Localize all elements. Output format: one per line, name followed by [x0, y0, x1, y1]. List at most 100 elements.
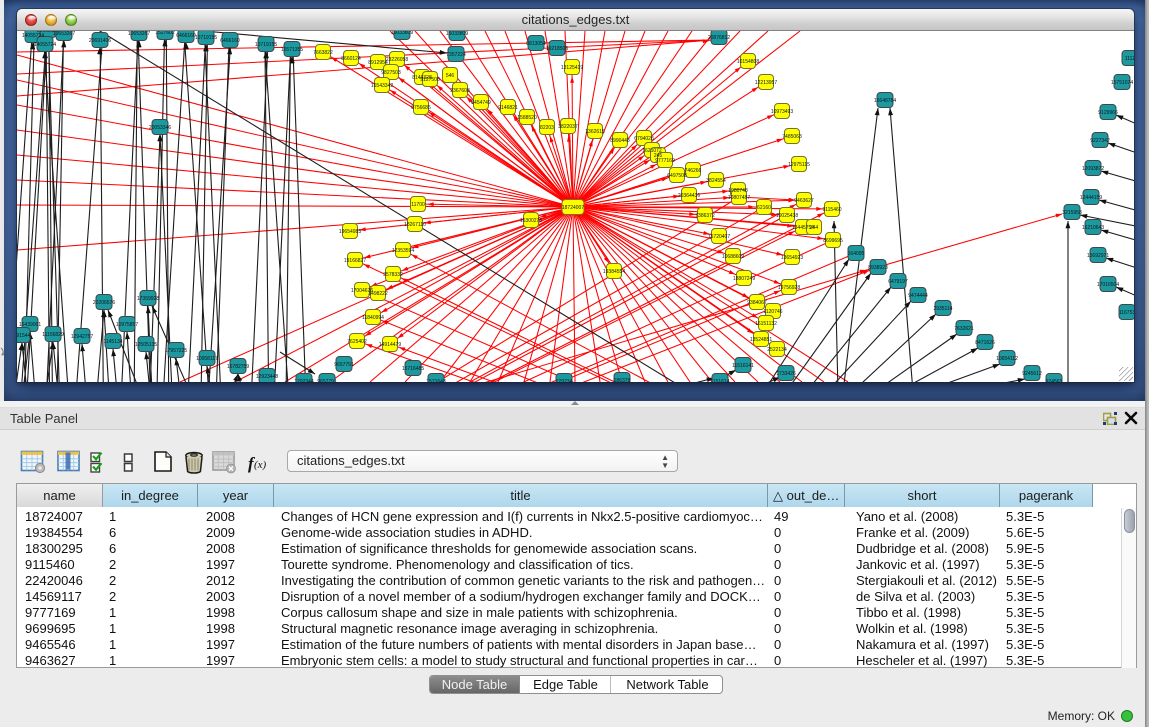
svg-text:9384067: 9384067 — [747, 300, 767, 306]
svg-text:9127508: 9127508 — [420, 77, 440, 83]
svg-text:9245612: 9245612 — [1022, 371, 1042, 377]
svg-text:12942757: 12942757 — [71, 334, 93, 340]
svg-text:13654923: 13654923 — [781, 255, 803, 261]
svg-text:1292344: 1292344 — [294, 379, 314, 382]
svg-text:7663822: 7663822 — [313, 50, 333, 56]
svg-text:15300275: 15300275 — [520, 218, 542, 224]
svg-text:9463627: 9463627 — [794, 198, 814, 204]
svg-text:9827503: 9827503 — [381, 70, 401, 76]
svg-text:9657791: 9657791 — [334, 362, 354, 368]
svg-text:2935114: 2935114 — [933, 306, 952, 312]
svg-text:(x): (x) — [254, 459, 267, 471]
svg-text:16782759: 16782759 — [227, 364, 249, 370]
svg-text:19166827: 19166827 — [344, 258, 366, 264]
svg-text:9129966: 9129966 — [1098, 110, 1118, 116]
svg-text:12505135: 12505135 — [135, 342, 157, 348]
svg-text:16033809: 16033809 — [446, 31, 468, 37]
svg-text:344: 344 — [810, 225, 819, 231]
svg-text:16543342: 16543342 — [371, 83, 393, 89]
svg-text:3578332: 3578332 — [383, 272, 403, 278]
svg-text:1362615: 1362615 — [585, 129, 605, 135]
svg-text:16571355: 16571355 — [281, 47, 303, 53]
svg-text:12353594: 12353594 — [392, 248, 414, 254]
svg-text:7386372: 7386372 — [695, 213, 715, 219]
svg-text:1080748: 1080748 — [728, 188, 748, 194]
svg-text:17016504: 17016504 — [1097, 282, 1119, 288]
svg-text:16648784: 16648784 — [874, 98, 896, 104]
svg-text:2367608: 2367608 — [450, 88, 470, 94]
svg-text:18724007: 18724007 — [562, 205, 584, 211]
svg-text:8660124: 8660124 — [341, 56, 361, 62]
svg-text:7625402: 7625402 — [347, 339, 367, 345]
svg-text:129234: 129234 — [556, 379, 573, 382]
svg-text:16151132: 16151132 — [755, 321, 777, 327]
svg-text:186378: 186378 — [614, 378, 631, 382]
svg-text:10975857: 10975857 — [116, 322, 138, 328]
svg-text:20053346: 20053346 — [149, 125, 171, 131]
svg-text:10807487: 10807487 — [728, 195, 750, 201]
svg-text:10653267: 10653267 — [53, 31, 75, 37]
svg-text:82203: 82203 — [540, 125, 554, 131]
svg-text:17359928: 17359928 — [137, 296, 159, 302]
svg-text:6466160: 6466160 — [176, 33, 196, 39]
svg-text:1151614: 1151614 — [710, 379, 729, 382]
svg-text:10025438: 10025438 — [776, 213, 798, 219]
svg-text:62160: 62160 — [757, 205, 771, 211]
svg-text:10719155: 10719155 — [195, 35, 217, 41]
svg-text:14914479: 14914479 — [379, 342, 401, 348]
svg-text:7632621: 7632621 — [954, 326, 974, 332]
svg-text:8990448: 8990448 — [610, 138, 630, 144]
svg-text:15692971: 15692971 — [1087, 253, 1109, 259]
svg-text:8756685: 8756685 — [411, 105, 431, 111]
svg-text:1527602: 1527602 — [155, 31, 175, 36]
svg-text:16210643: 16210643 — [1082, 225, 1104, 231]
svg-text:6466160: 6466160 — [220, 38, 240, 44]
svg-text:7357224: 7357224 — [446, 52, 466, 58]
svg-text:9657791: 9657791 — [317, 379, 337, 382]
svg-text:8454749: 8454749 — [471, 100, 491, 106]
svg-text:1112: 1112 — [1125, 56, 1134, 62]
svg-text:746266: 746266 — [685, 168, 702, 174]
svg-text:12213957: 12213957 — [755, 80, 777, 86]
svg-text:11700: 11700 — [411, 202, 425, 208]
svg-text:6794028: 6794028 — [634, 136, 654, 142]
svg-text:10719155: 10719155 — [255, 42, 277, 48]
svg-text:3498222: 3498222 — [368, 291, 388, 297]
svg-text:12975115: 12975115 — [788, 162, 810, 168]
svg-text:10688609: 10688609 — [722, 254, 744, 260]
svg-text:17957225: 17957225 — [165, 348, 187, 354]
svg-text:23226058: 23226058 — [386, 57, 408, 63]
svg-text:8699695: 8699695 — [823, 238, 843, 244]
svg-text:10154808: 10154808 — [737, 59, 759, 65]
svg-text:12923448: 12923448 — [256, 374, 278, 380]
svg-text:6479197: 6479197 — [888, 279, 908, 285]
svg-text:20876812: 20876812 — [708, 35, 730, 41]
svg-text:11840994: 11840994 — [362, 315, 384, 321]
svg-text:3215958: 3215958 — [1062, 210, 1082, 216]
svg-text:1588520: 1588520 — [517, 115, 537, 121]
svg-text:2522134: 2522134 — [767, 347, 787, 353]
svg-text:164095: 164095 — [848, 251, 865, 257]
svg-text:8813054: 8813054 — [526, 41, 546, 47]
svg-text:13125419: 13125419 — [561, 65, 583, 71]
svg-text:9474444: 9474444 — [908, 293, 928, 299]
svg-text:1120746: 1120746 — [763, 309, 782, 315]
svg-text:116753: 116753 — [1119, 310, 1134, 316]
svg-text:12093872: 12093872 — [1082, 166, 1104, 172]
svg-text:10973493: 10973493 — [771, 109, 793, 115]
svg-text:19384554: 19384554 — [603, 269, 625, 275]
svg-text:924561: 924561 — [1046, 379, 1063, 382]
svg-text:546: 546 — [446, 73, 455, 79]
svg-text:9777169: 9777169 — [655, 158, 675, 164]
svg-text:9115460: 9115460 — [822, 207, 841, 213]
svg-text:7485063: 7485063 — [782, 134, 802, 140]
svg-text:11516141: 11516141 — [732, 363, 754, 369]
svg-text:18807249: 18807249 — [733, 276, 755, 282]
svg-text:8471626: 8471626 — [975, 340, 995, 346]
svg-text:3824554: 3824554 — [706, 178, 726, 184]
svg-text:15751074: 15751074 — [1111, 80, 1133, 86]
svg-text:15716485: 15716485 — [402, 366, 424, 372]
svg-text:991544: 991544 — [17, 333, 31, 339]
svg-text:3822037: 3822037 — [558, 124, 578, 130]
svg-text:20364436: 20364436 — [678, 193, 700, 199]
